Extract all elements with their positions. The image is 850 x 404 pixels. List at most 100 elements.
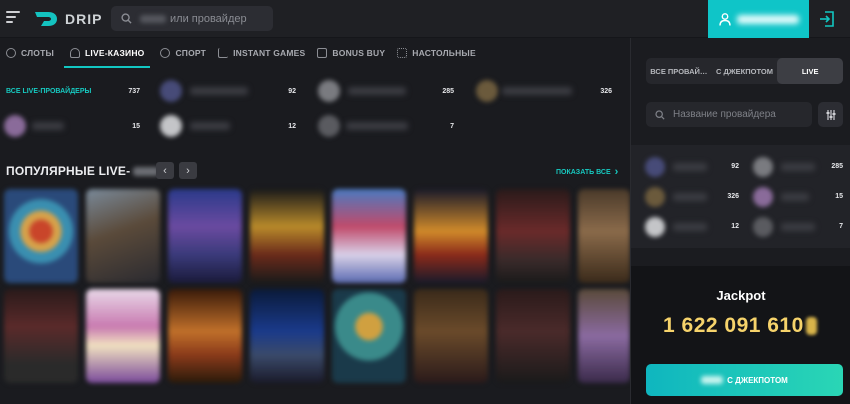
- carousel-next-button[interactable]: ›: [179, 162, 197, 179]
- provider-item[interactable]: 12: [158, 112, 300, 140]
- chevron-right-icon: ›: [186, 164, 190, 177]
- user-profile-button[interactable]: [708, 0, 809, 38]
- redacted-provider-name: [348, 87, 406, 95]
- search-icon: [121, 13, 132, 24]
- redacted-provider-name: [673, 193, 707, 201]
- show-all-link[interactable]: ПОКАЗАТЬ ВСЕ ›: [556, 166, 618, 178]
- game-tile[interactable]: [496, 289, 570, 383]
- provider-item[interactable]: 326: [645, 183, 741, 211]
- redacted-text: [140, 14, 166, 23]
- game-tile[interactable]: [4, 189, 78, 283]
- tab-label: LIVE-КАЗИНО: [85, 48, 145, 58]
- carousel-prev-button[interactable]: ‹: [156, 162, 174, 179]
- redacted-provider-name: [673, 223, 707, 231]
- game-tile[interactable]: [168, 289, 242, 383]
- segment-live[interactable]: LIVE: [777, 58, 844, 84]
- instant-games-icon: [218, 48, 229, 58]
- redacted-provider-name: [673, 163, 707, 171]
- redacted-provider-name: [32, 122, 64, 130]
- provider-count: 15: [835, 193, 843, 200]
- game-tile[interactable]: [578, 289, 630, 383]
- section-title: ПОПУЛЯРНЫЕ LIVE-: [6, 164, 160, 178]
- redacted-provider-name: [190, 87, 248, 95]
- tab-label: НАСТОЛЬНЫЕ: [412, 48, 476, 58]
- provider-logo: [753, 217, 773, 237]
- provider-logo: [753, 157, 773, 177]
- tab-bonus-buy[interactable]: BONUS BUY: [311, 38, 391, 68]
- logo[interactable]: DRIP: [33, 8, 102, 30]
- redacted-provider-name: [781, 223, 815, 231]
- game-tile[interactable]: [250, 289, 324, 383]
- sliders-icon: [826, 109, 835, 120]
- provider-count: 285: [442, 87, 454, 95]
- chevron-right-icon: ›: [614, 166, 619, 178]
- logout-icon[interactable]: [818, 10, 836, 28]
- provider-logo: [753, 187, 773, 207]
- jackpot-games-button[interactable]: С ДЖЕКПОТОМ: [646, 364, 843, 396]
- provider-search-input[interactable]: Название провайдера: [646, 102, 812, 127]
- provider-count: 285: [831, 163, 843, 170]
- provider-logo: [645, 187, 665, 207]
- tab-table-games[interactable]: НАСТОЛЬНЫЕ: [391, 38, 482, 68]
- provider-logo: [476, 80, 498, 102]
- game-tile[interactable]: [332, 189, 406, 283]
- game-tile[interactable]: [578, 189, 630, 283]
- category-tabs: СЛОТЫ LIVE-КАЗИНО СПОРТ INSTANT GAMES BO…: [0, 38, 630, 68]
- sidebar-provider-list: 92 285 326 15 12 7: [631, 145, 850, 248]
- game-tile[interactable]: [86, 189, 160, 283]
- game-tile[interactable]: [86, 289, 160, 383]
- all-providers-label: ВСЕ LIVE-ПРОВАЙДЕРЫ: [6, 87, 92, 95]
- tab-slots[interactable]: СЛОТЫ: [0, 38, 60, 68]
- provider-item[interactable]: 12: [645, 213, 741, 241]
- top-bar: DRIP или провайдер: [0, 0, 850, 38]
- section-title-text: ПОПУЛЯРНЫЕ LIVE-: [6, 164, 131, 178]
- user-icon: [719, 12, 731, 26]
- jackpot-amount: 1 622 091 610: [663, 314, 817, 338]
- provider-all[interactable]: ВСЕ LIVE-ПРОВАЙДЕРЫ 737: [6, 77, 140, 105]
- provider-count: 326: [727, 193, 739, 200]
- provider-item[interactable]: 92: [158, 77, 300, 105]
- chevron-left-icon: ‹: [163, 164, 167, 177]
- filter-button[interactable]: [818, 102, 843, 127]
- provider-count: 12: [288, 122, 296, 130]
- game-tile[interactable]: [250, 189, 324, 283]
- provider-count: 92: [288, 87, 296, 95]
- tab-label: BONUS BUY: [332, 48, 386, 58]
- game-tile[interactable]: [168, 189, 242, 283]
- provider-count: 737: [128, 87, 140, 95]
- provider-filter-tabs: ВСЕ ПРОВАЙ… С ДЖЕКПОТОМ LIVE: [646, 58, 844, 84]
- game-tile[interactable]: [414, 289, 488, 383]
- redacted-provider-name: [502, 87, 572, 95]
- provider-item[interactable]: 92: [645, 153, 741, 181]
- provider-count: 12: [731, 223, 739, 230]
- provider-count: 92: [731, 163, 739, 170]
- provider-logo: [160, 115, 182, 137]
- provider-item[interactable]: 285: [316, 77, 458, 105]
- provider-logo: [645, 157, 665, 177]
- drip-logo-icon: [35, 12, 57, 26]
- segment-all-providers[interactable]: ВСЕ ПРОВАЙ…: [646, 58, 712, 84]
- provider-item[interactable]: 15: [753, 183, 845, 211]
- search-placeholder: Название провайдера: [673, 109, 776, 120]
- tab-label: СЛОТЫ: [21, 48, 55, 58]
- tab-instant-games[interactable]: INSTANT GAMES: [212, 38, 311, 68]
- tab-live-casino[interactable]: LIVE-КАЗИНО: [64, 38, 151, 68]
- provider-item[interactable]: 326: [474, 77, 616, 105]
- jackpot-panel: Jackpot 1 622 091 610 С ДЖЕКПОТОМ: [631, 266, 850, 404]
- tab-sport[interactable]: СПОРТ: [154, 38, 212, 68]
- game-tile[interactable]: [4, 289, 78, 383]
- segment-with-jackpot[interactable]: С ДЖЕКПОТОМ: [712, 58, 778, 84]
- game-tile[interactable]: [414, 189, 488, 283]
- game-tile[interactable]: [496, 189, 570, 283]
- menu-icon[interactable]: [6, 11, 20, 25]
- provider-item[interactable]: 7: [316, 112, 458, 140]
- game-tile[interactable]: [332, 289, 406, 383]
- provider-item[interactable]: 285: [753, 153, 845, 181]
- redacted-provider-name: [781, 193, 809, 201]
- provider-item[interactable]: 15: [2, 112, 144, 140]
- bonus-buy-icon: [317, 48, 328, 58]
- provider-item[interactable]: 7: [753, 213, 845, 241]
- search-icon: [655, 109, 665, 120]
- search-input[interactable]: или провайдер: [111, 6, 273, 31]
- provider-count: 7: [450, 122, 454, 130]
